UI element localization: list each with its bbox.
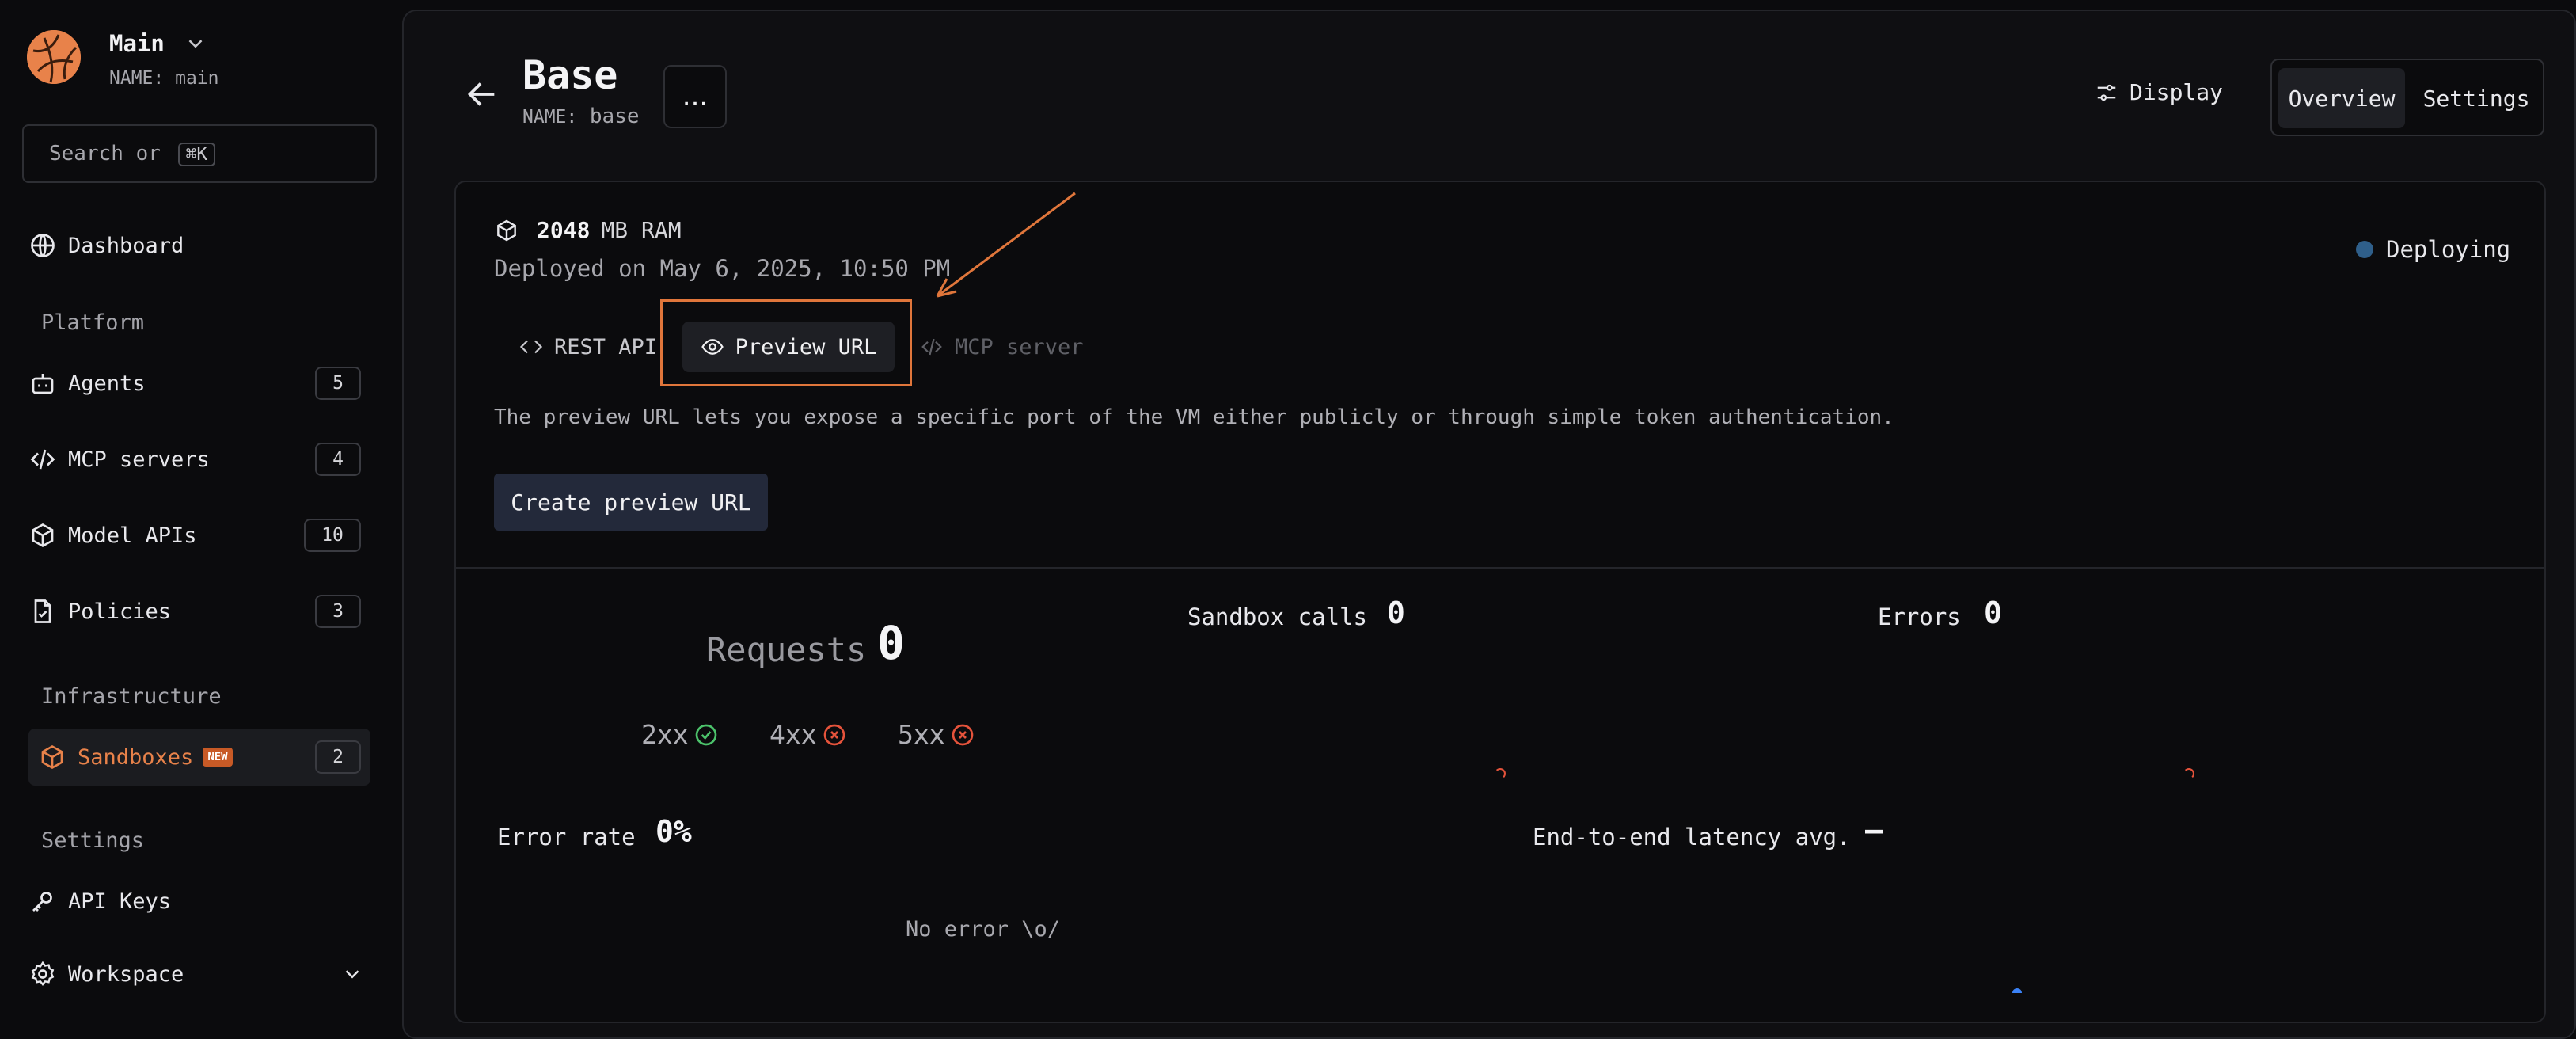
status-badge: Deploying xyxy=(2356,236,2510,263)
back-arrow-icon[interactable] xyxy=(464,76,500,112)
file-check-icon xyxy=(34,599,51,623)
page-subtitle: NAME: base xyxy=(522,105,640,128)
section-settings: Settings xyxy=(41,828,145,853)
count-badge: 5 xyxy=(315,367,361,400)
globe-icon xyxy=(31,234,55,257)
tab-mcp-server[interactable]: MCP server xyxy=(920,322,1084,372)
search-text: Search or xyxy=(49,142,161,166)
sidebar-item-label: Policies xyxy=(68,599,172,624)
code-icon xyxy=(30,449,55,470)
tab-rest-api[interactable]: REST API xyxy=(519,322,657,372)
search-shortcut: ⌘K xyxy=(177,143,216,166)
x-circle-icon xyxy=(952,724,973,745)
search-placeholder: Search or ⌘K xyxy=(49,142,216,166)
card-divider xyxy=(456,567,2544,569)
chevron-down-icon[interactable] xyxy=(184,32,207,55)
workspace-id-value: main xyxy=(175,68,219,89)
cube-icon xyxy=(41,744,63,770)
status-text: Deploying xyxy=(2386,236,2511,263)
create-preview-url-button[interactable]: Create preview URL xyxy=(494,474,768,531)
sidebar-item-sandboxes[interactable]: Sandboxes NEW 2 xyxy=(38,733,361,781)
x-circle-icon xyxy=(823,724,845,745)
sidebar-item-api-keys[interactable]: API Keys xyxy=(28,877,171,925)
errors-value: 0 xyxy=(1984,596,2002,630)
sidebar-item-mcp-servers[interactable]: MCP servers 4 xyxy=(28,436,361,483)
sidebar-item-model-apis[interactable]: Model APIs 10 xyxy=(28,512,361,559)
sidebar-item-agents[interactable]: Agents 5 xyxy=(28,360,361,407)
status-dot xyxy=(2356,241,2373,258)
sidebar-item-workspace[interactable]: Workspace xyxy=(28,950,364,998)
key-icon xyxy=(32,892,52,912)
workspace-id-label: NAME: xyxy=(109,68,165,89)
workspace-id: NAME: main xyxy=(109,68,219,89)
workspace-name[interactable]: Main xyxy=(109,30,165,57)
status-5xx: 5xx xyxy=(898,719,975,750)
page-title: Base xyxy=(522,52,618,98)
ram-info: 2048 MB RAM xyxy=(494,217,682,243)
no-error-message: No error \o/ xyxy=(906,917,1061,942)
ram-value: 2048 xyxy=(537,217,591,243)
section-infrastructure: Infrastructure xyxy=(41,684,222,709)
more-options-button[interactable]: ... xyxy=(663,65,727,128)
chart-point xyxy=(2183,768,2194,779)
count-badge: 2 xyxy=(315,740,361,774)
ram-unit: MB RAM xyxy=(601,217,682,243)
tab-label: REST API xyxy=(554,334,658,360)
sidebar-item-label: MCP servers xyxy=(68,447,210,472)
latency-label: End-to-end latency avg. xyxy=(1533,824,1851,851)
annotation-arrow-icon xyxy=(936,192,1076,298)
robot-icon xyxy=(32,374,54,394)
error-rate-value: 0% xyxy=(655,814,692,849)
requests-label: Requests xyxy=(706,630,867,669)
section-platform: Platform xyxy=(41,310,145,335)
page-subtitle-value: base xyxy=(589,105,640,128)
count-badge: 3 xyxy=(315,595,361,628)
count-badge: 10 xyxy=(304,519,361,552)
gear-icon xyxy=(31,961,55,986)
status-code-label: 5xx xyxy=(898,719,945,750)
highlight-box xyxy=(660,299,912,386)
status-code-label: 4xx xyxy=(769,719,817,750)
errors-label: Errors xyxy=(1878,603,1961,630)
status-code-label: 2xx xyxy=(641,719,689,750)
sidebar-item-label: Workspace xyxy=(68,961,184,987)
check-circle-icon xyxy=(695,724,716,745)
latency-value: – xyxy=(1865,813,1883,847)
sidebar-item-label: Sandboxes xyxy=(78,744,194,770)
sidebar-item-label: Agents xyxy=(68,371,146,396)
sidebar-item-label: Dashboard xyxy=(68,233,184,258)
sidebar-item-label: API Keys xyxy=(68,889,172,914)
tab-label: MCP server xyxy=(955,334,1084,360)
workspace-logo-icon[interactable] xyxy=(27,30,81,84)
code-brackets-icon xyxy=(519,340,543,354)
sandbox-calls-label: Sandbox calls xyxy=(1187,603,1367,630)
page-subtitle-label: NAME: xyxy=(522,107,578,127)
status-4xx: 4xx xyxy=(769,719,847,750)
view-tabs: Overview Settings xyxy=(2270,59,2544,136)
chevron-down-icon[interactable] xyxy=(340,962,364,986)
tab-overview[interactable]: Overview xyxy=(2278,68,2405,128)
deployed-date: Deployed on May 6, 2025, 10:50 PM xyxy=(494,255,951,282)
preview-description: The preview URL lets you expose a specif… xyxy=(494,405,1894,429)
error-rate-label: Error rate xyxy=(497,824,636,851)
search-input[interactable]: Search or ⌘K xyxy=(22,124,377,183)
cube-icon xyxy=(497,219,516,241)
requests-value: 0 xyxy=(877,616,905,670)
sandbox-calls-value: 0 xyxy=(1387,596,1405,630)
code-icon xyxy=(921,338,942,356)
status-2xx: 2xx xyxy=(641,719,719,750)
display-button[interactable]: Display xyxy=(2095,79,2223,105)
count-badge: 4 xyxy=(315,443,361,476)
display-label: Display xyxy=(2130,79,2224,105)
chart-point xyxy=(1495,768,1506,779)
sidebar-item-label: Model APIs xyxy=(68,523,197,548)
new-badge: NEW xyxy=(203,748,233,767)
sidebar-item-dashboard[interactable]: Dashboard xyxy=(28,222,184,269)
sliders-icon xyxy=(2097,84,2116,101)
sidebar-item-policies[interactable]: Policies 3 xyxy=(28,588,361,635)
tab-settings[interactable]: Settings xyxy=(2415,68,2538,128)
cube-icon xyxy=(32,523,54,548)
